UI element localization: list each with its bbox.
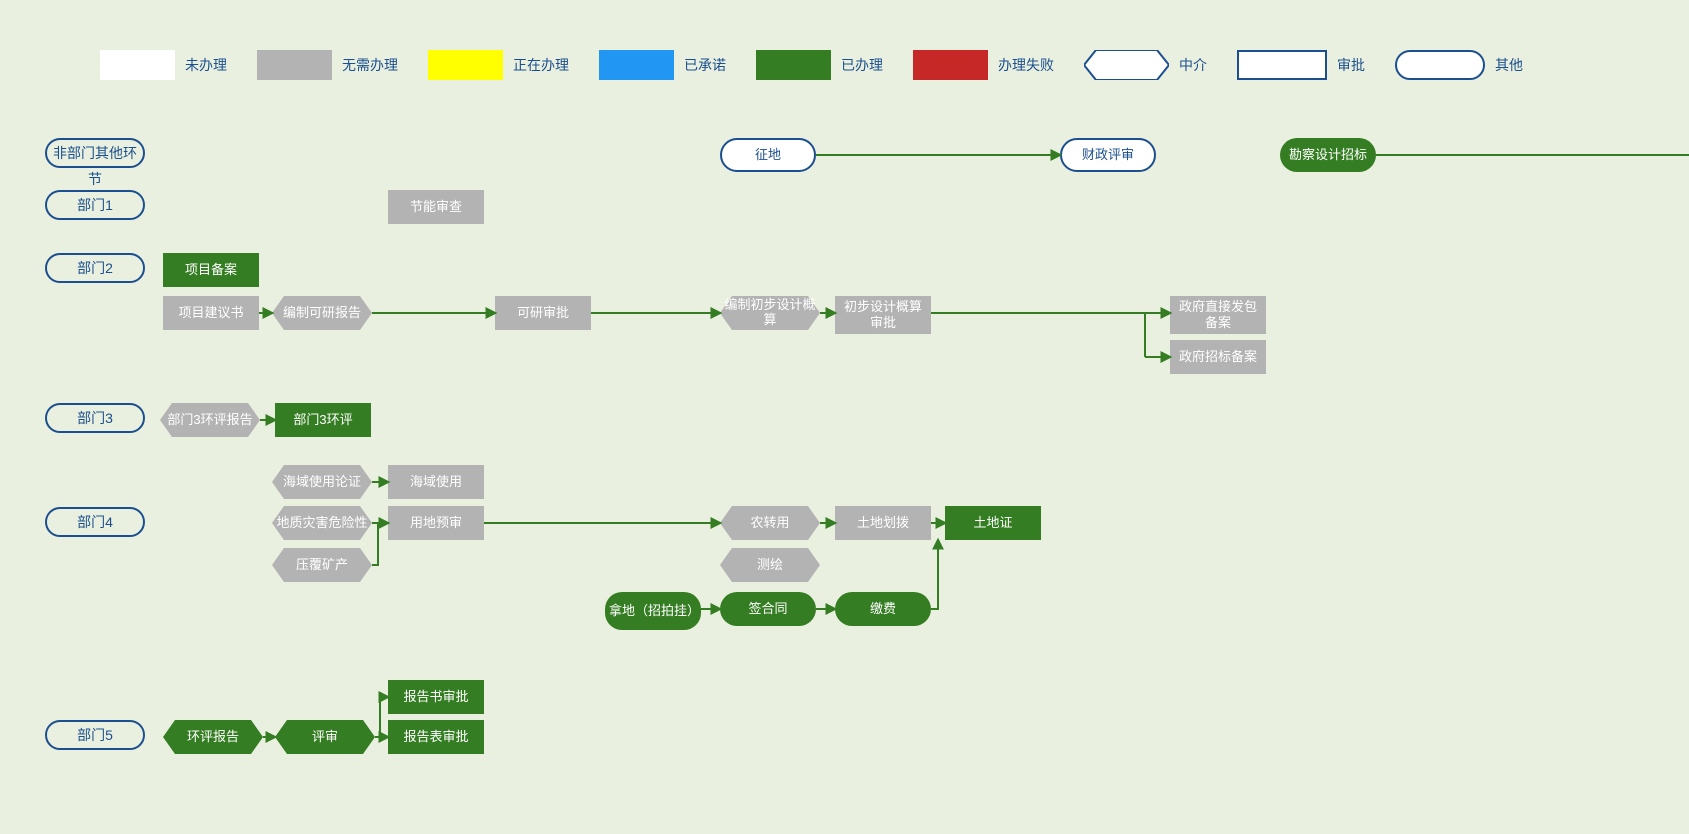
node-sea-use[interactable]: 海域使用 (388, 465, 484, 499)
legend-label: 中介 (1179, 55, 1207, 75)
legend-swatch (428, 50, 503, 80)
node-label: 编制可研报告 (276, 306, 368, 321)
legend: 未办理 无需办理 正在办理 已承诺 已办理 办理失败 中介 审批 其他 (100, 50, 1553, 80)
legend-label: 办理失败 (998, 55, 1054, 75)
dept-4: 部门4 (45, 507, 145, 537)
node-survey-map[interactable]: 测绘 (720, 548, 820, 582)
legend-swatch (913, 50, 988, 80)
legend-label: 已办理 (841, 55, 883, 75)
node-gov-bid-filing[interactable]: 政府招标备案 (1170, 340, 1266, 374)
node-sign-contract[interactable]: 签合同 (720, 592, 816, 626)
legend-approval: 审批 (1237, 50, 1365, 80)
node-land-acq[interactable]: 征地 (720, 138, 816, 172)
dept-3: 部门3 (45, 403, 145, 433)
node-label: 政府招标备案 (1179, 349, 1257, 365)
legend-other: 其他 (1395, 50, 1523, 80)
node-report-form-approval[interactable]: 报告表审批 (388, 720, 484, 754)
node-pay-fee[interactable]: 缴费 (835, 592, 931, 626)
node-label: 项目备案 (185, 262, 237, 278)
node-preliminary-budget[interactable]: 编制初步设计概算 (720, 296, 820, 330)
legend-rect-icon (1237, 50, 1327, 80)
node-label: 环评报告 (167, 730, 259, 745)
node-mining[interactable]: 压覆矿产 (272, 548, 372, 582)
legend-swatch (257, 50, 332, 80)
node-label: 土地证 (973, 515, 1012, 531)
node-review[interactable]: 评审 (275, 720, 375, 754)
node-land-auction[interactable]: 拿地（招拍挂） (605, 592, 701, 630)
legend-done: 已办理 (756, 50, 883, 80)
node-label: 地质灾害危险性 (276, 516, 368, 531)
legend-hex-icon (1084, 50, 1169, 80)
node-report-book-approval[interactable]: 报告书审批 (388, 680, 484, 714)
node-label: 勘察设计招标 (1289, 147, 1367, 163)
node-label: 海域使用 (410, 474, 462, 490)
node-label: 农转用 (724, 516, 816, 531)
dept-1: 部门1 (45, 190, 145, 220)
node-label: 海域使用论证 (276, 475, 368, 490)
node-financial-review[interactable]: 财政评审 (1060, 138, 1156, 172)
node-survey-bid[interactable]: 勘察设计招标 (1280, 138, 1376, 172)
node-land-cert[interactable]: 土地证 (945, 506, 1041, 540)
legend-processing: 正在办理 (428, 50, 569, 80)
node-project-filing[interactable]: 项目备案 (163, 253, 259, 287)
node-label: 压覆矿产 (276, 558, 368, 573)
node-sea-use-demo[interactable]: 海域使用论证 (272, 465, 372, 499)
node-geo-hazard[interactable]: 地质灾害危险性 (272, 506, 372, 540)
node-label: 报告表审批 (403, 729, 468, 745)
node-feasibility-report[interactable]: 编制可研报告 (272, 296, 372, 330)
node-env-report[interactable]: 环评报告 (163, 720, 263, 754)
node-land-allocation[interactable]: 土地划拨 (835, 506, 931, 540)
legend-intermediary: 中介 (1084, 50, 1207, 80)
node-label: 部门3环评报告 (164, 413, 256, 428)
node-label: 财政评审 (1082, 147, 1134, 163)
node-dept3-env-report[interactable]: 部门3环评报告 (160, 403, 260, 437)
node-label: 缴费 (870, 601, 896, 617)
node-feasibility-approval[interactable]: 可研审批 (495, 296, 591, 330)
node-land-preapproval[interactable]: 用地预审 (388, 506, 484, 540)
node-label: 征地 (755, 147, 781, 163)
node-label: 测绘 (724, 558, 816, 573)
legend-swatch (756, 50, 831, 80)
node-label: 可研审批 (517, 305, 569, 321)
dept-5: 部门5 (45, 720, 145, 750)
dept-2: 部门2 (45, 253, 145, 283)
node-gov-direct-filing[interactable]: 政府直接发包备案 (1170, 296, 1266, 334)
node-dept3-env[interactable]: 部门3环评 (275, 403, 371, 437)
node-label: 初步设计概算审批 (839, 299, 927, 330)
legend-label: 无需办理 (342, 55, 398, 75)
node-energy-review[interactable]: 节能审查 (388, 190, 484, 224)
node-label: 用地预审 (410, 515, 462, 531)
node-label: 政府直接发包备案 (1174, 299, 1262, 330)
legend-swatch (599, 50, 674, 80)
legend-label: 已承诺 (684, 55, 726, 75)
legend-swatch (100, 50, 175, 80)
node-project-proposal[interactable]: 项目建议书 (163, 296, 259, 330)
node-label: 节能审查 (410, 199, 462, 215)
legend-label: 未办理 (185, 55, 227, 75)
node-label: 部门3环评 (293, 412, 352, 428)
node-label: 土地划拨 (857, 515, 909, 531)
node-label: 项目建议书 (178, 305, 243, 321)
legend-no-need: 无需办理 (257, 50, 398, 80)
legend-oval-icon (1395, 50, 1485, 80)
node-label: 拿地（招拍挂） (609, 603, 697, 619)
dept-non: 非部门其他环节 (45, 138, 145, 168)
legend-not-processed: 未办理 (100, 50, 227, 80)
legend-label: 正在办理 (513, 55, 569, 75)
legend-label: 其他 (1495, 55, 1523, 75)
node-label: 评审 (279, 730, 371, 745)
legend-label: 审批 (1337, 55, 1365, 75)
node-label: 报告书审批 (403, 689, 468, 705)
legend-promised: 已承诺 (599, 50, 726, 80)
node-label: 签合同 (748, 601, 787, 617)
legend-failed: 办理失败 (913, 50, 1054, 80)
node-land-conversion[interactable]: 农转用 (720, 506, 820, 540)
node-preliminary-approval[interactable]: 初步设计概算审批 (835, 296, 931, 334)
node-label: 编制初步设计概算 (724, 298, 816, 328)
